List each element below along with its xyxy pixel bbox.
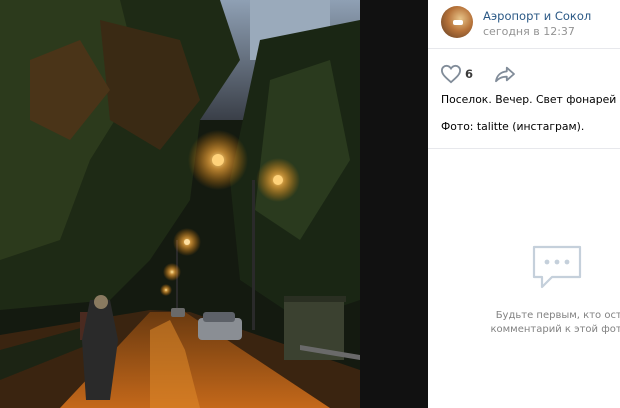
comment-bubble-icon [532,245,582,289]
group-avatar[interactable] [441,6,473,38]
post-text: Поселок. Вечер. Свет фонарей [441,91,620,106]
post-header: Аэропорт и Сокол сегодня в 12:37 [428,0,620,49]
no-comments-line-2: комментарий к этой фотогра [490,324,620,335]
heart-icon[interactable] [440,64,462,84]
post-photo[interactable] [0,0,360,408]
no-comments-message: Будьте первым, кто остави комментарий к … [468,309,620,337]
share-arrow-icon[interactable] [494,65,516,83]
post-side-panel: Аэропорт и Сокол сегодня в 12:37 6 Посел… [428,0,620,408]
post-credit: Фото: talitte (инстаграм). [441,120,585,133]
comments-section: Будьте первым, кто остави комментарий к … [428,148,620,408]
photo-image [0,0,360,408]
group-name-link[interactable]: Аэропорт и Сокол [483,9,591,23]
post-text-content: Поселок. Вечер. Свет фонарей [441,93,617,106]
like-count: 6 [465,67,474,81]
post-timestamp[interactable]: сегодня в 12:37 [483,25,575,38]
no-comments-line-1: Будьте первым, кто остави [495,310,620,321]
viewer-backdrop [360,0,428,408]
post-actions: 6 [428,64,620,86]
